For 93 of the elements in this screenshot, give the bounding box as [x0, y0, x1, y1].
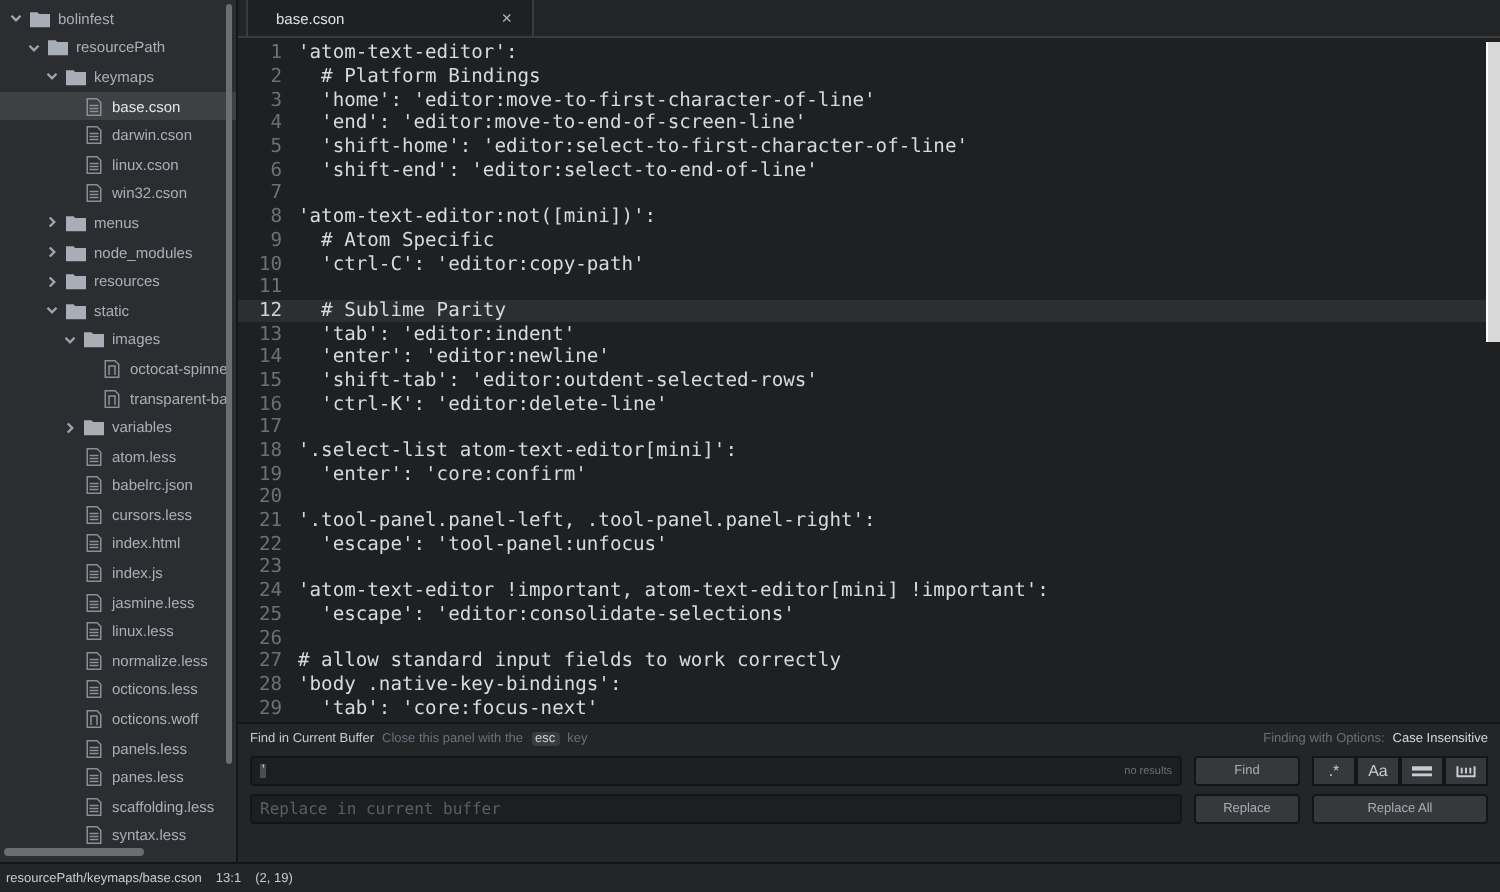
line-number: 19	[256, 463, 284, 486]
code-line: 'escape': 'editor:consolidate-selections'	[319, 603, 795, 626]
line-number: 8	[268, 206, 284, 229]
code-line: 'home': 'editor:move-to-first-character-of-line'	[319, 89, 876, 112]
media-file-icon	[102, 389, 122, 408]
code-line: 'atom-text-editor':	[298, 42, 518, 65]
chevron-icon	[46, 246, 58, 259]
file-icon	[84, 651, 104, 670]
chevron-icon	[46, 70, 58, 83]
case-option-button[interactable]: Aa	[1356, 756, 1400, 786]
chevron-icon	[46, 275, 58, 288]
file-icon	[84, 97, 104, 116]
close-icon[interactable]: ×	[501, 8, 512, 28]
selection-option-button[interactable]	[1400, 756, 1444, 786]
code-line: 'ctrl-K': 'editor:delete-line'	[319, 393, 668, 416]
file-icon	[84, 593, 104, 612]
line-number: 4	[268, 112, 284, 135]
code-line: 'end': 'editor:move-to-end-of-screen-line'	[319, 112, 807, 135]
code-line: 'body .native-key-bindings':	[298, 673, 622, 696]
code-line: 'escape': 'tool-panel:unfocus'	[319, 533, 668, 556]
line-number: 13	[256, 323, 284, 346]
file-icon	[84, 826, 104, 845]
line-number: 26	[256, 627, 284, 650]
chevron-icon	[46, 216, 58, 229]
file-icon	[84, 622, 104, 641]
media-file-icon	[84, 710, 104, 729]
line-number: 2	[268, 66, 284, 89]
code-line: # Atom Specific	[319, 229, 495, 252]
code-line: 'tab': 'core:focus-next'	[319, 697, 599, 720]
line-number: 21	[256, 510, 284, 533]
code-line: 'ctrl-C': 'editor:copy-path'	[319, 253, 645, 276]
code-line: 'atom-text-editor !important, atom-text-editor[mini] !important':	[298, 580, 1049, 603]
file-icon	[84, 476, 104, 495]
line-number: 22	[256, 533, 284, 556]
line-number: 15	[256, 369, 284, 392]
line-number: 27	[256, 650, 284, 673]
chevron-icon	[64, 333, 76, 346]
line-number: 25	[256, 603, 284, 626]
code-line: '.select-list atom-text-editor[mini]':	[298, 440, 737, 463]
file-icon	[84, 184, 104, 203]
file-icon	[84, 447, 104, 466]
line-number: 5	[268, 136, 284, 159]
whole-word-icon	[1456, 765, 1476, 777]
code-line: 'tab': 'editor:indent'	[319, 323, 576, 346]
code-line: '.tool-panel.panel-left, .tool-panel.panel-right':	[298, 510, 876, 533]
regex-option-button[interactable]: .*	[1312, 756, 1356, 786]
line-number: 18	[256, 440, 284, 463]
replace-field[interactable]: Replace in current buffer	[250, 794, 1182, 824]
chevron-icon	[46, 304, 58, 317]
file-icon	[84, 155, 104, 174]
file-icon	[84, 126, 104, 145]
chevron-icon	[28, 41, 40, 54]
scrollbar[interactable]	[1486, 42, 1500, 342]
line-number: 23	[256, 556, 284, 579]
code-line: 'shift-end': 'editor:select-to-end-of-line'	[319, 159, 818, 182]
code-line: # Platform Bindings	[319, 66, 541, 89]
folder-icon	[84, 418, 104, 437]
file-icon	[84, 564, 104, 583]
file-icon	[84, 505, 104, 524]
media-file-icon	[102, 359, 122, 378]
line-number: 10	[256, 253, 284, 276]
word-option-button[interactable]	[1444, 756, 1488, 786]
line-number: 24	[256, 580, 284, 603]
chevron-icon	[64, 421, 76, 434]
line-number: 17	[256, 416, 284, 439]
file-icon	[84, 739, 104, 758]
code-line: # Sublime Parity	[319, 299, 506, 322]
line-number: 1	[268, 42, 284, 65]
line-number: 16	[256, 393, 284, 416]
line-number: 6	[268, 159, 284, 182]
code-line: 'enter': 'core:confirm'	[319, 463, 587, 486]
chevron-icon	[10, 12, 22, 25]
code-line: # allow standard input fields to work correctly	[298, 650, 841, 673]
scrollbar[interactable]	[226, 4, 232, 764]
line-number: 3	[268, 89, 284, 112]
code-line: 'atom-text-editor:not([mini])':	[298, 206, 657, 229]
selection-icon	[1412, 765, 1432, 777]
line-number: 29	[256, 697, 284, 720]
line-number: 28	[256, 673, 284, 696]
code-line: 'enter': 'editor:newline'	[319, 346, 610, 369]
line-number: 14	[256, 346, 284, 369]
line-number: 9	[268, 229, 284, 252]
line-number: 7	[268, 182, 284, 205]
line-number: 20	[256, 486, 284, 509]
line-number: 12	[256, 299, 284, 322]
scrollbar[interactable]	[4, 848, 144, 856]
code-line: 'shift-tab': 'editor:outdent-selected-rows'	[319, 369, 818, 392]
line-number: 11	[256, 276, 284, 299]
file-icon	[84, 534, 104, 553]
file-icon	[84, 680, 104, 699]
code-line: 'shift-home': 'editor:select-to-first-character-of-line'	[319, 136, 969, 159]
file-icon	[84, 797, 104, 816]
file-icon	[84, 768, 104, 787]
